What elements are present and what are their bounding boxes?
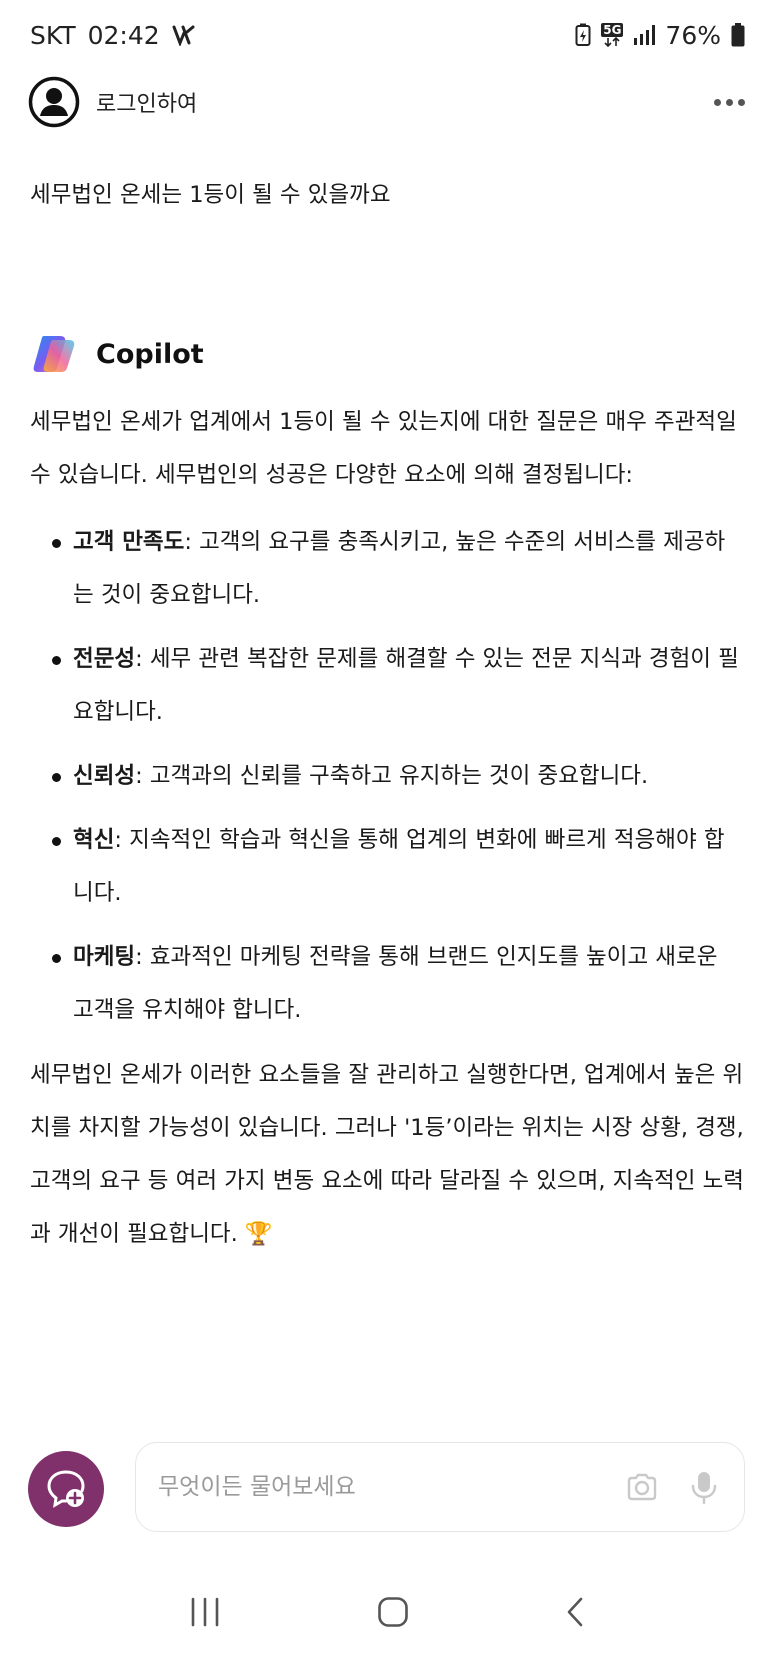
- assistant-header: Copilot: [30, 330, 204, 378]
- factor-title: 고객 만족도: [73, 529, 185, 555]
- more-dot-icon: [738, 98, 745, 106]
- microphone-button[interactable]: [686, 1469, 722, 1505]
- list-item: 신뢰성: 고객과의 신뢰를 구축하고 유지하는 것이 중요합니다.: [30, 750, 745, 803]
- factor-text: : 지속적인 학습과 혁신을 통해 업계의 변화에 빠르게 적응해야 합니다.: [73, 827, 725, 906]
- camera-icon: [627, 1473, 657, 1501]
- message-input[interactable]: [158, 1474, 598, 1500]
- battery-icon: [731, 23, 745, 47]
- more-options-button[interactable]: [714, 93, 745, 112]
- signal-strength-icon: [633, 24, 656, 46]
- factor-text: : 세무 관련 복잡한 문제를 해결할 수 있는 전문 지식과 경험이 필요합니…: [73, 646, 739, 725]
- home-icon: [377, 1597, 408, 1627]
- new-chat-button[interactable]: [28, 1451, 104, 1527]
- recent-apps-button[interactable]: [188, 1597, 222, 1627]
- factor-title: 전문성: [73, 646, 136, 672]
- chat-plus-icon: [47, 1470, 85, 1508]
- camera-button[interactable]: [624, 1469, 660, 1505]
- copilot-chat-screen: SKT 02:42 5G 76% 로그인하여 세무법인 온세는 1등이 될 수 …: [0, 0, 773, 1658]
- carrier-label: SKT: [30, 20, 76, 50]
- message-composer: [135, 1442, 745, 1532]
- answer-conclusion: 세무법인 온세가 이러한 요소들을 잘 관리하고 실행한다면, 업계에서 높은 …: [30, 1049, 745, 1261]
- avatar[interactable]: [28, 76, 80, 128]
- conclusion-text: 세무법인 온세가 이러한 요소들을 잘 관리하고 실행한다면, 업계에서 높은 …: [30, 1062, 744, 1247]
- assistant-answer: 세무법인 온세가 업계에서 1등이 될 수 있는지에 대한 질문은 매우 주관적…: [30, 396, 745, 1261]
- system-nav-bar: [0, 1580, 773, 1644]
- list-item: 마케팅: 효과적인 마케팅 전략을 통해 브랜드 인지도를 높이고 새로운 고객…: [30, 931, 745, 1037]
- factor-title: 혁신: [73, 827, 115, 853]
- status-bar: SKT 02:42 5G 76%: [0, 0, 773, 70]
- more-dot-icon: [726, 98, 733, 106]
- app-header: 로그인하여: [0, 70, 773, 134]
- network-5g-icon: 5G: [601, 23, 624, 47]
- factor-title: 마케팅: [73, 944, 136, 970]
- clock: 02:42: [87, 20, 160, 50]
- home-button[interactable]: [377, 1596, 409, 1628]
- login-link[interactable]: 로그인하여: [96, 86, 197, 118]
- recent-apps-icon: [191, 1597, 218, 1627]
- factor-text: : 고객과의 신뢰를 구축하고 유지하는 것이 중요합니다.: [135, 763, 649, 789]
- data-saver-icon: [172, 24, 196, 46]
- list-item: 고객 만족도: 고객의 요구를 충족시키고, 높은 수준의 서비스를 제공하는 …: [30, 516, 745, 622]
- assistant-name: Copilot: [96, 338, 204, 370]
- back-button[interactable]: [564, 1596, 586, 1628]
- status-left: SKT 02:42: [30, 21, 196, 50]
- list-item: 전문성: 세무 관련 복잡한 문제를 해결할 수 있는 전문 지식과 경험이 필…: [30, 633, 745, 739]
- factor-list: 고객 만족도: 고객의 요구를 충족시키고, 높은 수준의 서비스를 제공하는 …: [30, 516, 745, 1037]
- answer-intro: 세무법인 온세가 업계에서 1등이 될 수 있는지에 대한 질문은 매우 주관적…: [30, 409, 737, 488]
- list-item: 혁신: 지속적인 학습과 혁신을 통해 업계의 변화에 빠르게 적응해야 합니다…: [30, 814, 745, 920]
- user-message: 세무법인 온세는 1등이 될 수 있을까요: [30, 182, 391, 208]
- battery-percent: 76%: [665, 20, 721, 50]
- microphone-icon: [691, 1472, 717, 1505]
- network-type-label: 5G: [601, 23, 624, 37]
- back-icon: [567, 1597, 582, 1627]
- factor-title: 신뢰성: [73, 763, 136, 789]
- copilot-logo-icon: [33, 336, 75, 372]
- user-avatar-icon: [28, 76, 80, 128]
- more-dot-icon: [714, 98, 721, 106]
- factor-text: : 효과적인 마케팅 전략을 통해 브랜드 인지도를 높이고 새로운 고객을 유…: [73, 944, 718, 1023]
- status-right: 5G 76%: [575, 21, 745, 50]
- battery-saver-icon: [575, 23, 591, 47]
- user-message-block: 세무법인 온세는 1등이 될 수 있을까요: [30, 168, 745, 222]
- trophy-icon: 🏆: [244, 1221, 273, 1247]
